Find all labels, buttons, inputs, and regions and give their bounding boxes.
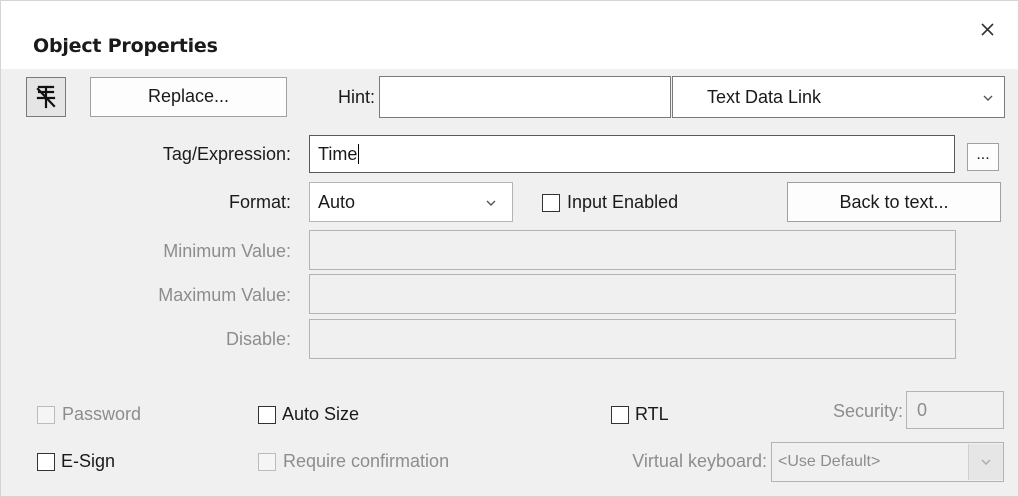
virtual-keyboard-value: <Use Default> bbox=[778, 453, 881, 470]
format-label: Format: bbox=[228, 192, 291, 212]
virtual-keyboard-dropdown-button[interactable] bbox=[968, 444, 1003, 480]
password-label: Password bbox=[62, 404, 142, 424]
hint-label: Hint: bbox=[337, 87, 375, 107]
esign-label: E-Sign bbox=[61, 451, 116, 471]
pin-button[interactable] bbox=[26, 77, 66, 117]
rtl-label: RTL bbox=[635, 404, 669, 424]
tag-browse-button[interactable]: ... bbox=[967, 143, 999, 171]
rtl-checkbox[interactable] bbox=[611, 406, 629, 424]
back-to-text-button[interactable]: Back to text... bbox=[787, 182, 1001, 222]
pin-icon bbox=[36, 85, 56, 109]
link-type-select[interactable]: Text Data Link bbox=[672, 76, 1005, 118]
input-enabled-label: Input Enabled bbox=[567, 192, 679, 212]
chevron-down-icon[interactable] bbox=[983, 95, 993, 101]
esign-checkbox[interactable] bbox=[37, 453, 55, 471]
auto-size-label: Auto Size bbox=[282, 404, 360, 424]
close-icon[interactable] bbox=[977, 19, 999, 41]
link-type-value: Text Data Link bbox=[707, 87, 822, 107]
object-properties-dialog: Object Properties Replace... Hint: Text … bbox=[0, 0, 1019, 497]
security-label: Security: bbox=[832, 401, 903, 421]
title-bar: Object Properties bbox=[1, 1, 1018, 69]
tag-expression-input[interactable]: Time bbox=[309, 135, 955, 173]
maximum-value-input[interactable] bbox=[309, 274, 956, 314]
dialog-title: Object Properties bbox=[33, 35, 218, 57]
password-checkbox[interactable] bbox=[37, 406, 55, 424]
disable-expression-input[interactable] bbox=[309, 319, 956, 359]
chevron-down-icon[interactable] bbox=[486, 200, 496, 206]
chevron-down-icon bbox=[981, 459, 991, 465]
tag-expression-value: Time bbox=[318, 144, 358, 164]
security-input[interactable]: 0 bbox=[906, 391, 1004, 429]
require-confirmation-checkbox[interactable] bbox=[258, 453, 276, 471]
minimum-value-input[interactable] bbox=[309, 230, 956, 270]
disable-label: Disable: bbox=[225, 329, 291, 349]
tag-expression-label: Tag/Expression: bbox=[162, 144, 291, 164]
minimum-value-label: Minimum Value: bbox=[163, 241, 291, 261]
input-enabled-checkbox[interactable] bbox=[542, 194, 560, 212]
hint-input[interactable] bbox=[379, 76, 671, 118]
text-caret bbox=[358, 143, 360, 164]
auto-size-checkbox[interactable] bbox=[258, 406, 276, 424]
format-select[interactable]: Auto bbox=[309, 182, 513, 222]
maximum-value-label: Maximum Value: bbox=[158, 285, 291, 305]
format-value: Auto bbox=[318, 192, 356, 212]
virtual-keyboard-label: Virtual keyboard: bbox=[632, 451, 767, 471]
require-confirmation-label: Require confirmation bbox=[283, 451, 450, 471]
replace-button[interactable]: Replace... bbox=[90, 77, 287, 117]
